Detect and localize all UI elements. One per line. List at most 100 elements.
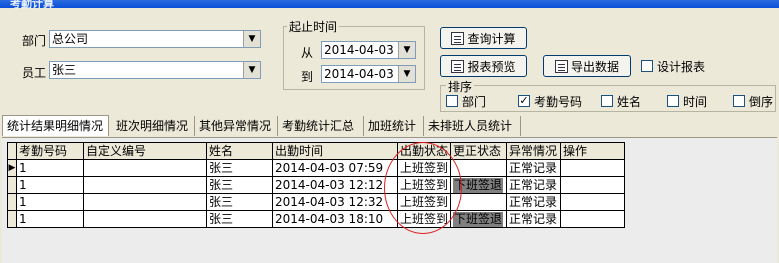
tab-overtime-stats[interactable]: 加班统计 bbox=[364, 116, 424, 136]
cell-name[interactable]: 张三 bbox=[206, 210, 273, 228]
column-header[interactable]: 考勤号码 bbox=[16, 142, 84, 160]
table-row[interactable]: 1 张三 2014-04-03 12:32 上班签到 正常记录 bbox=[7, 193, 626, 211]
report-preview-button[interactable]: 报表预览 bbox=[440, 55, 527, 77]
chevron-down-icon[interactable]: ▼ bbox=[398, 66, 415, 82]
column-header[interactable]: 操作 bbox=[560, 142, 626, 160]
cell-attendance-status[interactable]: 上班签到 bbox=[396, 193, 452, 211]
to-date-picker[interactable]: 2014-04-03 ▼ bbox=[321, 65, 416, 83]
from-label: 从 bbox=[301, 46, 314, 60]
table-row[interactable]: 1 张三 2014-04-03 18:10 上班签到 下班签退 正常记录 bbox=[7, 210, 626, 228]
column-header[interactable]: 姓名 bbox=[206, 142, 273, 160]
cell-attendance-status[interactable]: 上班签到 bbox=[396, 176, 452, 194]
cell-custom-number[interactable] bbox=[83, 159, 207, 177]
column-header[interactable]: 出勤时间 bbox=[272, 142, 398, 160]
to-label: 到 bbox=[301, 70, 314, 84]
row-indicator-header bbox=[7, 142, 17, 160]
chevron-down-icon[interactable]: ▼ bbox=[243, 62, 260, 78]
export-data-button[interactable]: 导出数据 bbox=[543, 55, 631, 77]
design-report-checkbox[interactable] bbox=[641, 60, 653, 72]
tab-attendance-summary[interactable]: 考勤统计汇总 bbox=[278, 116, 364, 136]
cell-correction-status[interactable] bbox=[450, 159, 508, 177]
employee-value: 张三 bbox=[52, 63, 77, 77]
sort-attendance-number-label: 考勤号码 bbox=[534, 95, 583, 109]
results-table: 考勤号码 自定义编号 姓名 出勤时间 出勤状态 更正状态 异常情况 操作 ▶ 1… bbox=[7, 142, 626, 228]
column-header[interactable]: 异常情况 bbox=[506, 142, 562, 160]
from-date-value: 2014-04-03 bbox=[324, 43, 394, 57]
row-indicator bbox=[7, 176, 17, 194]
cell-name[interactable]: 张三 bbox=[206, 159, 273, 177]
sort-descending-checkbox[interactable] bbox=[733, 95, 745, 107]
cell-exception[interactable]: 正常记录 bbox=[506, 193, 562, 211]
current-row-arrow-icon: ▶ bbox=[7, 159, 17, 177]
tab-shift-details[interactable]: 班次明细情况 bbox=[112, 116, 195, 136]
cell-action[interactable] bbox=[560, 210, 626, 228]
calculator-icon bbox=[451, 31, 465, 45]
table-header: 考勤号码 自定义编号 姓名 出勤时间 出勤状态 更正状态 异常情况 操作 bbox=[7, 142, 626, 160]
to-date-value: 2014-04-03 bbox=[324, 67, 394, 81]
cell-attendance-number[interactable]: 1 bbox=[16, 210, 84, 228]
cell-attendance-time[interactable]: 2014-04-03 12:32 bbox=[272, 193, 398, 211]
correction-status-tag: 下班签退 bbox=[453, 211, 504, 227]
cell-action[interactable] bbox=[560, 176, 626, 194]
window-title: 考勤计算 bbox=[10, 0, 54, 10]
cell-attendance-status[interactable]: 上班签到 bbox=[396, 210, 452, 228]
sort-department-checkbox[interactable] bbox=[446, 95, 458, 107]
cell-exception[interactable]: 正常记录 bbox=[506, 159, 562, 177]
date-range-title: 起止时间 bbox=[287, 18, 340, 35]
chevron-down-icon[interactable]: ▼ bbox=[243, 31, 260, 47]
cell-correction-status[interactable] bbox=[450, 193, 508, 211]
cell-attendance-number[interactable]: 1 bbox=[16, 159, 84, 177]
column-header[interactable]: 出勤状态 bbox=[396, 142, 452, 160]
cell-attendance-number[interactable]: 1 bbox=[16, 193, 84, 211]
cell-attendance-status[interactable]: 上班签到 bbox=[396, 159, 452, 177]
cell-exception[interactable]: 正常记录 bbox=[506, 210, 562, 228]
cell-custom-number[interactable] bbox=[83, 210, 207, 228]
sort-name-checkbox[interactable] bbox=[601, 95, 613, 107]
cell-exception[interactable]: 正常记录 bbox=[506, 176, 562, 194]
department-label: 部门 bbox=[22, 34, 47, 48]
cell-attendance-time[interactable]: 2014-04-03 18:10 bbox=[272, 210, 398, 228]
table-row[interactable]: 1 张三 2014-04-03 12:12 上班签到 下班签退 正常记录 bbox=[7, 176, 626, 194]
cell-attendance-time[interactable]: 2014-04-03 12:12 bbox=[272, 176, 398, 194]
cell-correction-status[interactable]: 下班签退 bbox=[450, 176, 508, 194]
query-calculate-button[interactable]: 查询计算 bbox=[440, 27, 527, 49]
sort-descending-label: 倒序 bbox=[749, 95, 774, 109]
row-indicator bbox=[7, 210, 17, 228]
tab-other-exceptions[interactable]: 其他异常情况 bbox=[195, 116, 278, 136]
row-indicator bbox=[7, 193, 17, 211]
cell-action[interactable] bbox=[560, 159, 626, 177]
cell-name[interactable]: 张三 bbox=[206, 193, 273, 211]
department-select[interactable]: 总公司 ▼ bbox=[49, 30, 261, 48]
employee-label: 员工 bbox=[22, 66, 47, 80]
department-value: 总公司 bbox=[52, 32, 89, 46]
from-date-picker[interactable]: 2014-04-03 ▼ bbox=[321, 41, 416, 59]
title-bar: 考勤计算 bbox=[0, 0, 779, 10]
table-row[interactable]: ▶ 1 张三 2014-04-03 07:59 上班签到 正常记录 bbox=[7, 159, 626, 177]
query-button-label: 查询计算 bbox=[467, 31, 516, 46]
sort-time-checkbox[interactable] bbox=[667, 95, 679, 107]
column-header[interactable]: 更正状态 bbox=[450, 142, 508, 160]
report-preview-label: 报表预览 bbox=[467, 59, 516, 74]
cell-attendance-time[interactable]: 2014-04-03 07:59 bbox=[272, 159, 398, 177]
cell-custom-number[interactable] bbox=[83, 193, 207, 211]
export-button-label: 导出数据 bbox=[570, 59, 619, 74]
results-grid-area: 考勤号码 自定义编号 姓名 出勤时间 出勤状态 更正状态 异常情况 操作 ▶ 1… bbox=[2, 137, 777, 263]
cell-custom-number[interactable] bbox=[83, 176, 207, 194]
chevron-down-icon[interactable]: ▼ bbox=[398, 42, 415, 58]
cell-correction-status[interactable]: 下班签退 bbox=[450, 210, 508, 228]
sort-department-label: 部门 bbox=[462, 95, 487, 109]
tab-result-details[interactable]: 统计结果明细情况 bbox=[2, 115, 109, 136]
tab-unscheduled-staff[interactable]: 未排班人员统计 bbox=[424, 116, 521, 136]
report-icon bbox=[451, 59, 465, 73]
design-report-label: 设计报表 bbox=[657, 60, 706, 74]
employee-select[interactable]: 张三 ▼ bbox=[49, 61, 261, 79]
column-header[interactable]: 自定义编号 bbox=[83, 142, 207, 160]
cell-attendance-number[interactable]: 1 bbox=[16, 176, 84, 194]
correction-status-tag: 下班签退 bbox=[453, 177, 504, 193]
cell-action[interactable] bbox=[560, 193, 626, 211]
sort-time-label: 时间 bbox=[683, 95, 708, 109]
sort-attendance-number-checkbox[interactable]: ✓ bbox=[518, 95, 530, 107]
sort-name-label: 姓名 bbox=[617, 95, 642, 109]
export-icon bbox=[554, 59, 568, 73]
cell-name[interactable]: 张三 bbox=[206, 176, 273, 194]
